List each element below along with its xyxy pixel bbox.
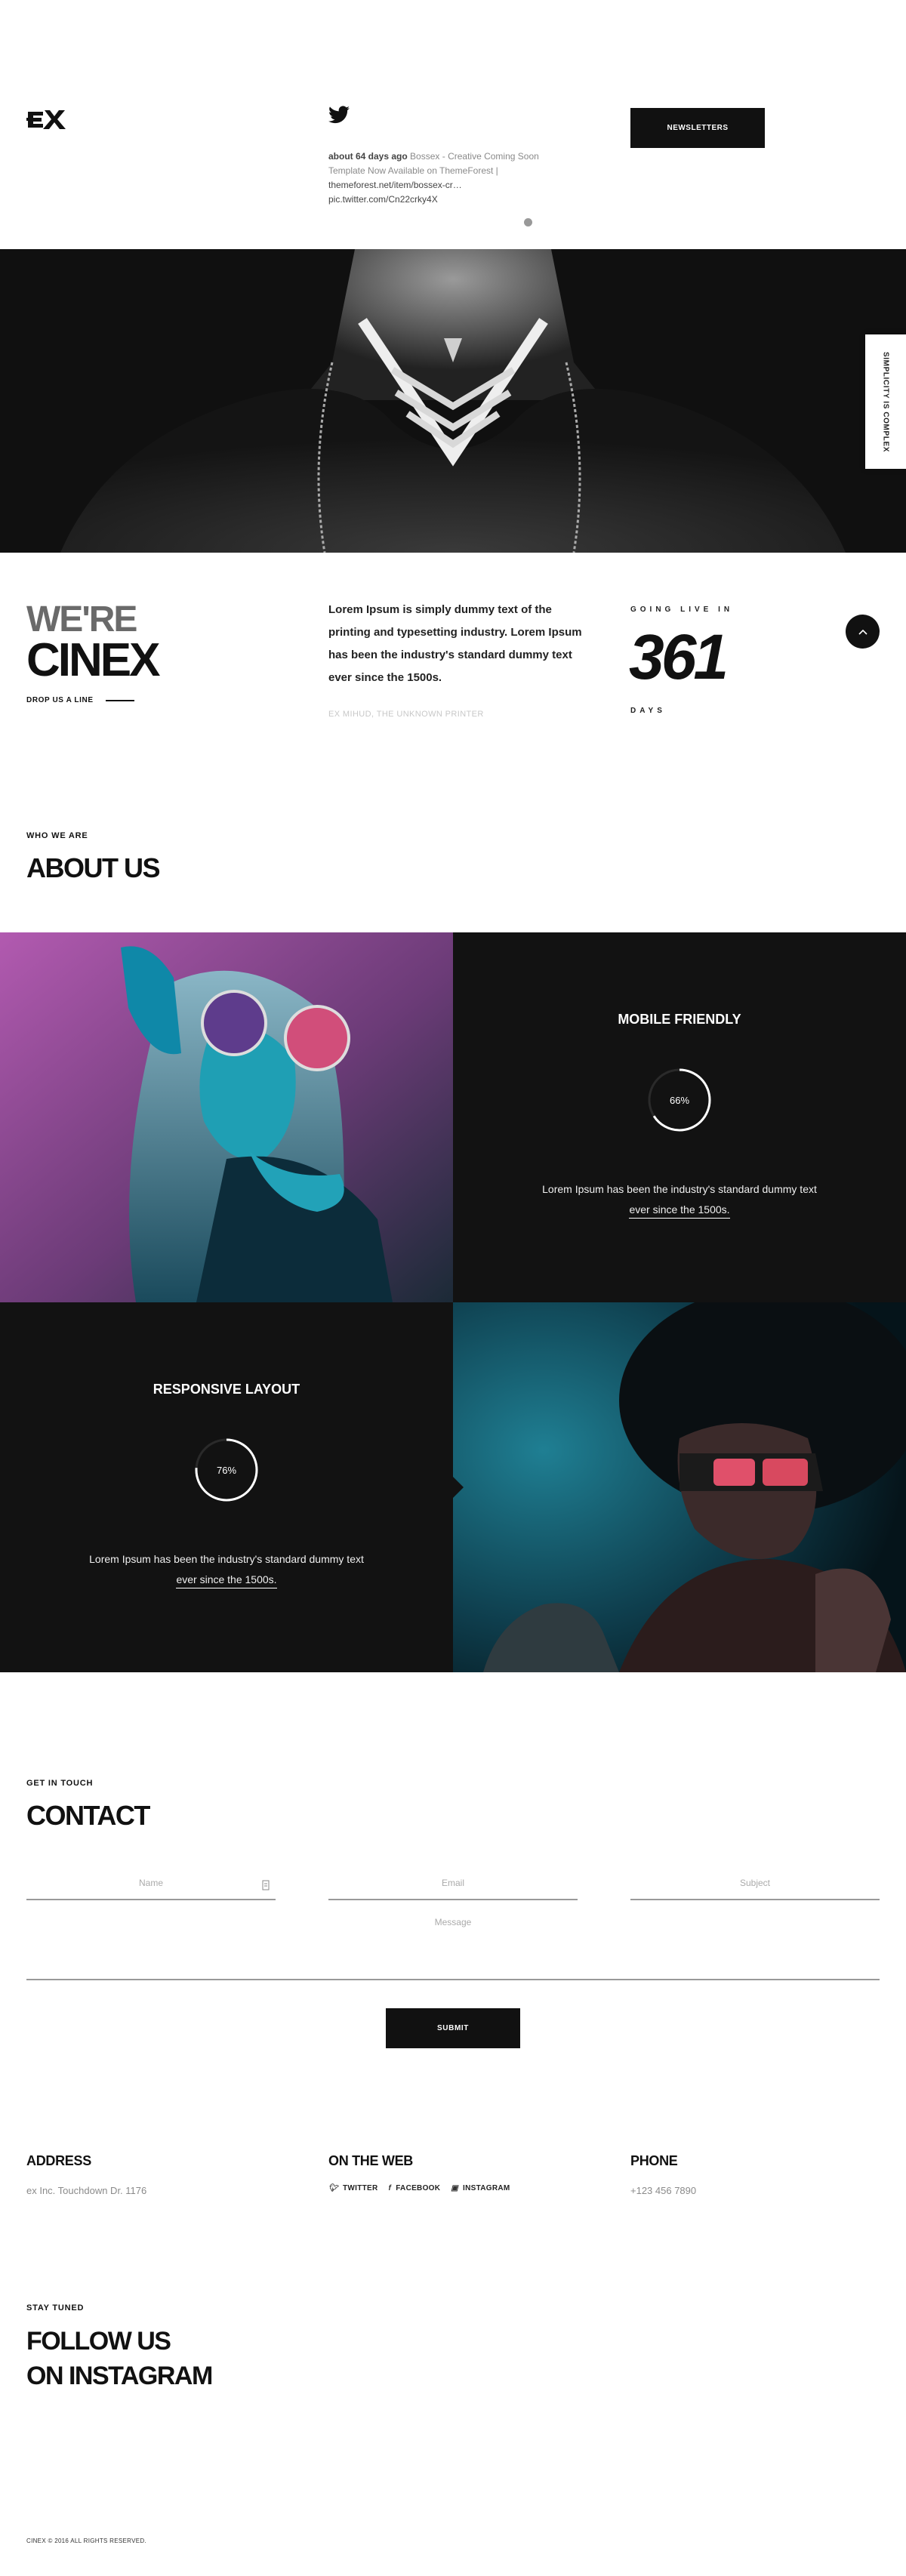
intro-author: EX MIHUD, THE UNKNOWN PRINTER [328, 710, 484, 719]
instagram-title: FOLLOW US ON INSTAGRAM [26, 2324, 213, 2393]
social-links: 🐦︎ TWITTER f FACEBOOK ▣ INSTAGRAM [328, 2184, 510, 2192]
submit-button[interactable]: SUBMIT [386, 2008, 520, 2048]
feature-card-mobile: MOBILE FRIENDLY 66% Lorem Ipsum has been… [453, 932, 906, 1302]
about-eyebrow: WHO WE ARE [26, 831, 88, 840]
feature-title: MOBILE FRIENDLY [618, 1012, 741, 1027]
site-header: about 64 days ago Bossex - Creative Comi… [0, 0, 906, 249]
address-heading: ADDRESS [26, 2153, 91, 2168]
progress-value: 66% [669, 1094, 690, 1106]
subject-field[interactable] [630, 1873, 880, 1900]
cinex-logo[interactable] [26, 106, 69, 133]
about-title: ABOUT US [26, 852, 161, 883]
side-tab-label: SIMPLICITY IS COMPLEX [881, 351, 890, 452]
social-twitter[interactable]: 🐦︎ TWITTER [328, 2184, 378, 2192]
email-input[interactable] [328, 1873, 578, 1888]
feature-grid: MOBILE FRIENDLY 66% Lorem Ipsum has been… [0, 932, 906, 1672]
facebook-icon: f [388, 2184, 392, 2192]
stay-tuned-eyebrow: STAY TUNED [26, 2303, 85, 2313]
drop-line-label: DROP US A LINE [26, 696, 94, 704]
side-tab[interactable]: SIMPLICITY IS COMPLEX [865, 334, 906, 469]
phone-heading: PHONE [630, 2153, 678, 2168]
intro-text: Lorem Ipsum is simply dummy text of the … [328, 603, 582, 684]
feature-text: Lorem Ipsum has been the industry's stan… [513, 1179, 846, 1220]
chevron-up-icon [858, 629, 867, 635]
hero-image [0, 249, 906, 553]
contact-card-icon [262, 1880, 270, 1890]
countdown-days: 361 [629, 621, 729, 692]
phone-text: +123 456 7890 [630, 2185, 697, 2196]
feature-text: Lorem Ipsum has been the industry's stan… [60, 1549, 393, 1590]
twitter-icon[interactable] [328, 106, 350, 124]
copyright: CINEX © 2016 ALL RIGHTS RESERVED. [26, 2537, 146, 2544]
progress-value: 76% [216, 1464, 237, 1476]
feature-text-line2: ever since the 1500s. [629, 1203, 730, 1219]
card-notch [453, 1477, 464, 1498]
twitter-icon: 🐦︎ [328, 2184, 338, 2192]
feature-text-line1: Lorem Ipsum has been the industry's stan… [542, 1183, 817, 1195]
instagram-title-line2: ON INSTAGRAM [26, 2362, 213, 2390]
intro-title-line2: CINEX [26, 634, 160, 686]
name-input[interactable] [26, 1873, 276, 1888]
name-field[interactable] [26, 1873, 276, 1900]
address-text: ex Inc. Touchdown Dr. 1176 [26, 2185, 147, 2196]
feature-text-line1: Lorem Ipsum has been the industry's stan… [89, 1553, 364, 1565]
social-facebook[interactable]: f FACEBOOK [389, 2184, 441, 2192]
going-live-label: GOING LIVE IN [630, 605, 734, 614]
social-label: TWITTER [343, 2184, 378, 2192]
contact-title: CONTACT [26, 1800, 150, 1831]
social-label: INSTAGRAM [463, 2184, 510, 2192]
man-sunglasses-photo [453, 1302, 906, 1672]
feature-text-line2: ever since the 1500s. [176, 1573, 277, 1588]
days-label: DAYS [630, 707, 666, 715]
social-instagram[interactable]: ▣ INSTAGRAM [451, 2184, 510, 2192]
feature-card-responsive: RESPONSIVE LAYOUT 76% Lorem Ipsum has be… [0, 1302, 453, 1672]
tweet-time: about 64 days ago [328, 151, 408, 162]
tweet-link[interactable]: themeforest.net/item/bossex-cr… [328, 178, 562, 193]
tattooed-neck-photo [0, 249, 906, 553]
feature-photo-1 [0, 932, 453, 1302]
web-heading: ON THE WEB [328, 2153, 413, 2168]
contact-eyebrow: GET IN TOUCH [26, 1779, 94, 1788]
woman-sunglasses-photo [0, 932, 453, 1302]
feature-title: RESPONSIVE LAYOUT [153, 1382, 300, 1397]
feature-photo-2 [453, 1302, 906, 1672]
social-label: FACEBOOK [396, 2184, 441, 2192]
tweet-text: about 64 days ago Bossex - Creative Comi… [328, 149, 562, 178]
message-field[interactable] [26, 1912, 880, 1980]
drop-line-underline [105, 699, 134, 701]
instagram-icon: ▣ [451, 2184, 459, 2192]
instagram-title-line1: FOLLOW US [26, 2327, 171, 2356]
newsletters-button[interactable]: NEWSLETTERS [630, 108, 765, 148]
tweet-media-link[interactable]: pic.twitter.com/Cn22crky4X [328, 193, 562, 207]
scroll-up-button[interactable] [846, 615, 880, 649]
slider-dot[interactable] [524, 218, 532, 226]
email-field[interactable] [328, 1873, 578, 1900]
message-input[interactable] [26, 1912, 880, 1979]
subject-input[interactable] [630, 1873, 880, 1888]
latest-tweet: about 64 days ago Bossex - Creative Comi… [328, 106, 562, 207]
drop-us-a-line-link[interactable]: DROP US A LINE [26, 696, 134, 704]
